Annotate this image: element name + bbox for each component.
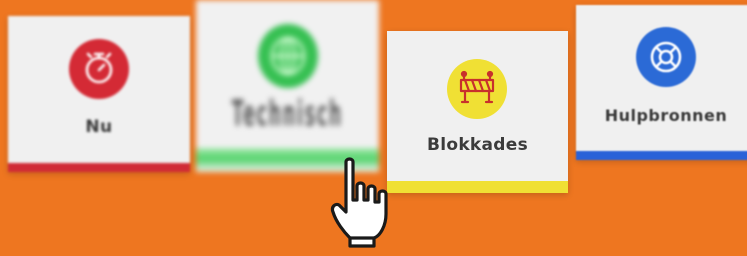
card-blokkades[interactable]: Blokkades	[387, 31, 568, 193]
hand-pointer-icon	[330, 156, 406, 252]
card-technisch-label: Technisch	[231, 94, 344, 136]
card-blokkades-accent-bar	[387, 181, 568, 193]
card-hulpbronnen-label: Hulpbronnen	[604, 106, 728, 125]
stopwatch-icon	[69, 39, 129, 99]
lifebuoy-icon	[636, 27, 696, 87]
roadblock-icon	[447, 59, 507, 119]
card-blokkades-label: Blokkades	[426, 135, 529, 155]
card-technisch[interactable]: Technisch	[196, 0, 379, 172]
card-nu[interactable]: Nu	[8, 16, 190, 172]
globe-icon	[258, 24, 318, 88]
card-nu-accent-bar	[8, 163, 190, 172]
card-hulpbronnen-accent-bar	[576, 151, 747, 160]
card-nu-label: Nu	[85, 117, 113, 137]
card-hulpbronnen[interactable]: Hulpbronnen	[576, 5, 747, 160]
